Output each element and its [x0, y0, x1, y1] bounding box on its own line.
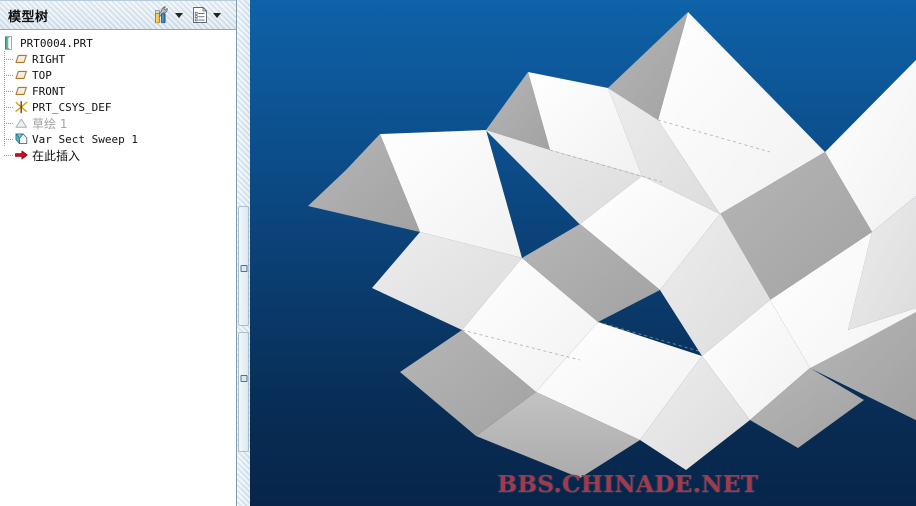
tree-connector: [2, 99, 14, 115]
settings-tools-button[interactable]: [152, 5, 188, 25]
tree-item-coord-system[interactable]: PRT_CSYS_DEF: [2, 99, 236, 115]
tree-item-label: TOP: [32, 68, 52, 82]
tree-item-sketch[interactable]: 草绘 1: [2, 115, 236, 131]
coord-system-icon: [14, 100, 29, 114]
chevron-down-icon[interactable]: [213, 12, 221, 18]
graphics-viewport[interactable]: BBS.CHINADE.NET: [250, 0, 916, 506]
panel-title: 模型树: [8, 9, 49, 25]
tree-item-label: FRONT: [32, 84, 66, 98]
sweep-icon: [14, 132, 29, 146]
tree-item-top[interactable]: TOP: [2, 67, 236, 83]
tree-item-var-sect-sweep[interactable]: Var Sect Sweep 1: [2, 131, 236, 147]
tree-item-label: PRT0004.PRT: [20, 36, 93, 50]
model-tree-toolbar: [152, 5, 236, 25]
model-tree-header: 模型树: [0, 0, 236, 30]
tree-connector: [2, 67, 14, 83]
settings-tools-icon: [152, 5, 172, 25]
tree-item-label: 草绘 1: [32, 116, 68, 131]
tree-item-insert-here[interactable]: 在此插入: [2, 147, 236, 163]
tree-columns-button[interactable]: [190, 5, 226, 25]
splitter-grip-icon: [240, 265, 247, 272]
chevron-down-icon[interactable]: [175, 12, 183, 18]
datum-plane-icon: [14, 84, 29, 98]
tree-item-label: Var Sect Sweep 1: [32, 132, 138, 146]
pro-engineer-window: 模型树 PRT0004.PRT RIGHT TOP FRONT PRT_CSYS…: [0, 0, 916, 506]
panel-splitter[interactable]: [236, 0, 250, 506]
tree-connector: [2, 51, 14, 67]
sketch-icon: [14, 116, 29, 130]
model-tree-list[interactable]: PRT0004.PRT RIGHT TOP FRONT PRT_CSYS_DEF…: [0, 30, 236, 506]
tree-connector: [2, 147, 14, 163]
insert-here-icon: [14, 148, 29, 162]
model-3d-render: [308, 12, 916, 478]
tree-connector: [2, 83, 14, 99]
datum-plane-icon: [14, 52, 29, 66]
part-icon: [2, 36, 17, 50]
datum-plane-icon: [14, 68, 29, 82]
splitter-grip-icon: [240, 375, 247, 382]
splitter-handle-top[interactable]: [238, 206, 249, 326]
tree-connector: [2, 131, 14, 147]
model-tree-panel: 模型树 PRT0004.PRT RIGHT TOP FRONT PRT_CSYS…: [0, 0, 236, 506]
tree-item-part[interactable]: PRT0004.PRT: [2, 35, 236, 51]
splitter-handle-bottom[interactable]: [238, 332, 249, 452]
tree-item-front[interactable]: FRONT: [2, 83, 236, 99]
tree-columns-icon: [190, 5, 210, 25]
tree-item-label: 在此插入: [32, 148, 81, 163]
tree-item-right[interactable]: RIGHT: [2, 51, 236, 67]
tree-connector: [2, 115, 14, 131]
tree-item-label: RIGHT: [32, 52, 66, 66]
tree-item-label: PRT_CSYS_DEF: [32, 100, 112, 114]
